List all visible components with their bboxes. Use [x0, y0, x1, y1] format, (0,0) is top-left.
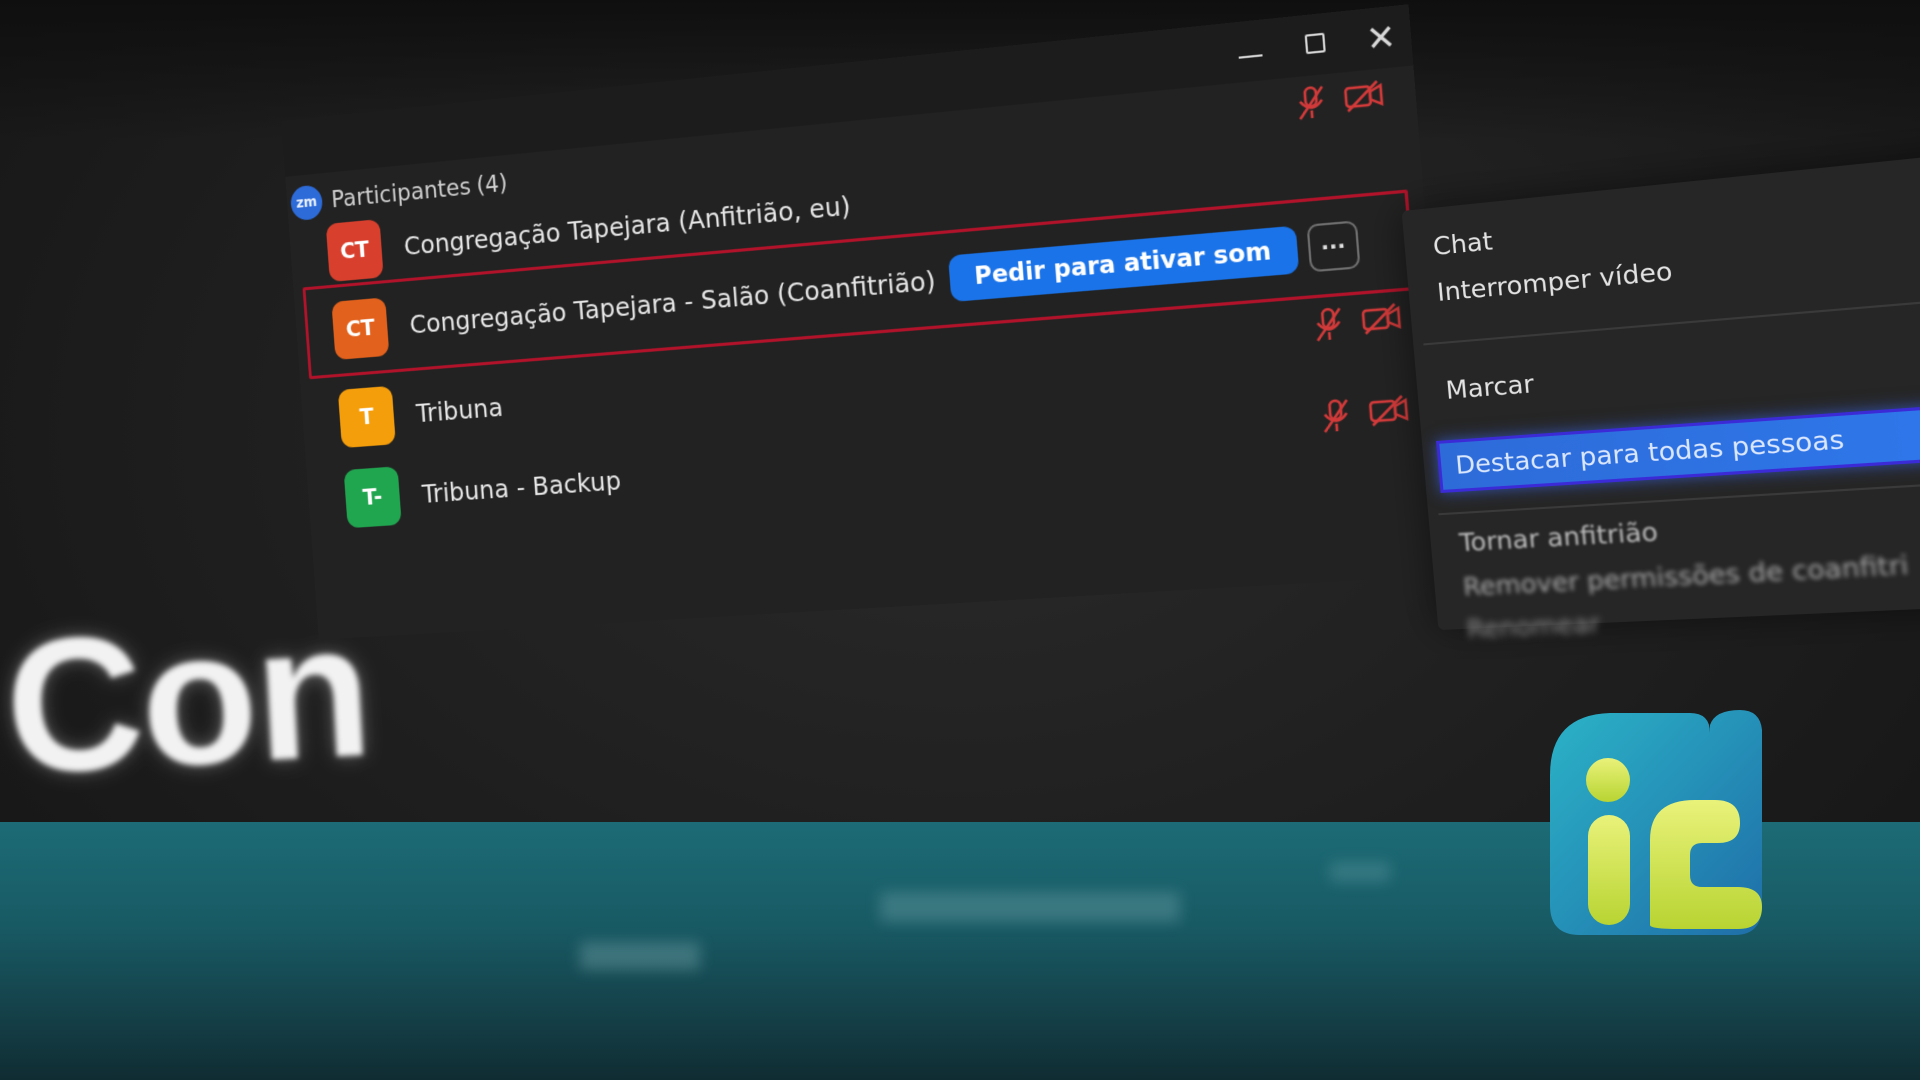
minimize-icon — [1238, 54, 1263, 59]
close-button[interactable]: ✕ — [1352, 15, 1410, 60]
zoom-logo: zm — [289, 184, 324, 222]
participant-status-icons — [1311, 300, 1404, 344]
menu-item-rename[interactable]: Renomear — [1466, 609, 1601, 644]
participant-name: Tribuna - Backup — [421, 465, 622, 509]
muted-mic-icon[interactable] — [1293, 83, 1329, 123]
participant-row[interactable]: T Tribuna — [337, 374, 506, 451]
menu-item-mark[interactable]: Marcar — [1445, 369, 1536, 405]
brand-logo — [1550, 710, 1762, 935]
menu-item-remove-cohost[interactable]: Remover permissões de coanfitri — [1462, 550, 1910, 602]
menu-item-make-host[interactable]: Tornar anfitrião — [1458, 517, 1659, 558]
participant-status-icons — [1318, 392, 1411, 436]
minimize-button[interactable] — [1222, 29, 1279, 73]
maximize-icon — [1304, 32, 1326, 55]
muted-mic-icon[interactable] — [1318, 396, 1354, 435]
window-titlebar: ✕ — [281, 4, 1414, 177]
participant-context-menu: Chat Interromper vídeo Marcar Destacar p… — [1401, 141, 1920, 644]
participant-avatar: T — [337, 385, 396, 449]
menu-item-stop-video[interactable]: Interromper vídeo — [1436, 256, 1674, 307]
close-icon: ✕ — [1364, 15, 1398, 61]
screenshot-stage: Con ✕ zm Participantes (4) CT Congregaçã… — [0, 0, 1920, 1080]
menu-item-spotlight-highlighted[interactable]: Destacar para todas pessoas — [1436, 392, 1920, 493]
muted-mic-icon[interactable] — [1311, 305, 1347, 345]
menu-item-chat[interactable]: Chat — [1432, 226, 1494, 261]
participant-row[interactable]: T- Tribuna - Backup — [343, 447, 623, 531]
participant-avatar: CT — [331, 297, 390, 361]
maximize-button[interactable] — [1287, 22, 1345, 67]
menu-item-spotlight-label: Destacar para todas pessoas — [1454, 424, 1846, 480]
video-off-icon[interactable] — [1341, 77, 1385, 114]
more-options-button[interactable]: ··· — [1306, 220, 1361, 273]
participant-status-icons — [1293, 77, 1386, 123]
video-off-icon[interactable] — [1359, 300, 1404, 336]
participant-avatar: CT — [325, 219, 384, 283]
participant-avatar: T- — [343, 466, 402, 529]
participant-name: Tribuna — [415, 391, 504, 428]
video-off-icon[interactable] — [1366, 392, 1411, 428]
participants-panel: ✕ zm Participantes (4) CT Congregação Ta… — [281, 4, 1454, 640]
participant-count: (4) — [475, 170, 509, 200]
panel-title: Participantes — [330, 173, 472, 214]
